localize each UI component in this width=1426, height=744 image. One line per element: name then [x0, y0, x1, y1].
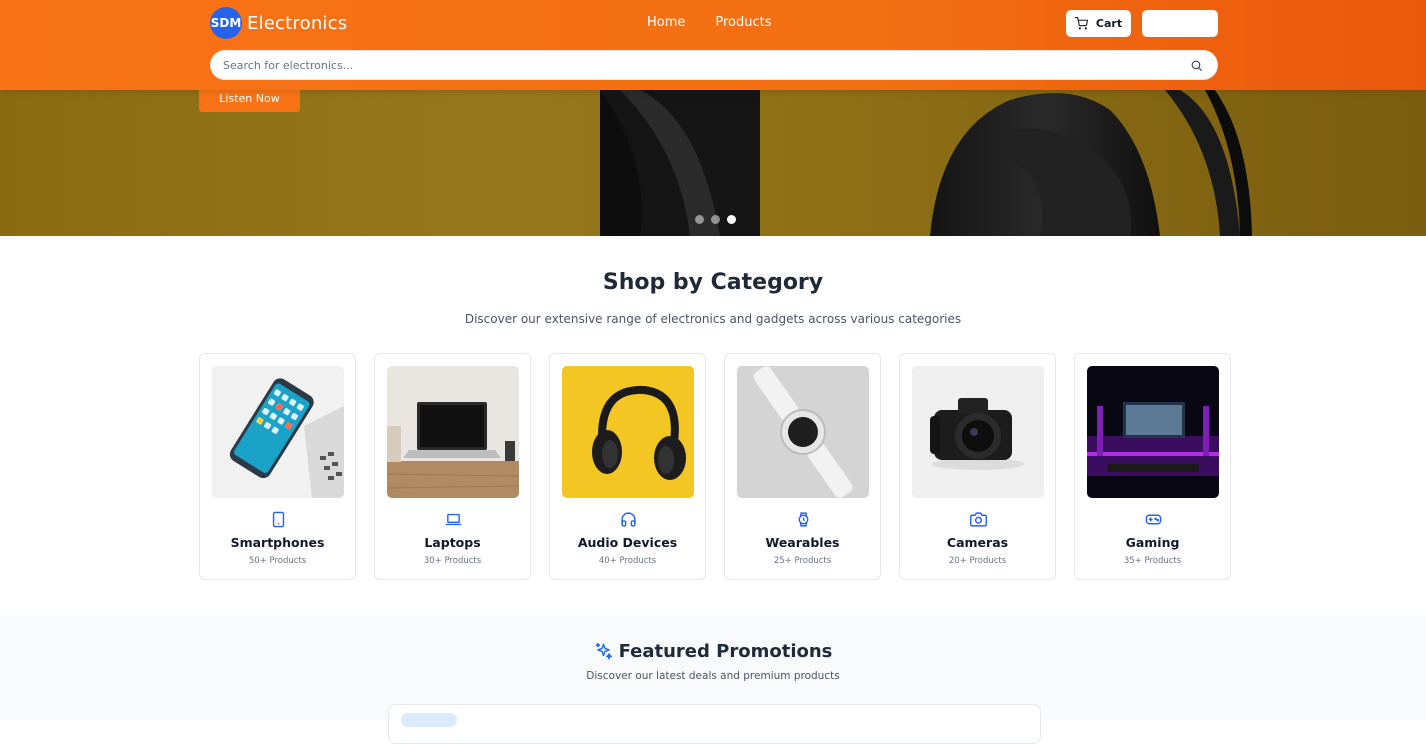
category-name: Smartphones — [230, 535, 325, 550]
carousel-dot-3[interactable] — [727, 215, 736, 224]
featured-title-row: Featured Promotions — [0, 641, 1426, 662]
laptop-icon — [445, 513, 462, 526]
cameras-image — [912, 366, 1044, 498]
nav-products-link[interactable]: Products — [715, 15, 771, 30]
category-name: Audio Devices — [577, 535, 678, 550]
logo-text: Electronics — [247, 12, 348, 34]
category-count: 25+ Products — [773, 556, 832, 566]
logo-badge: SDM — [210, 7, 242, 39]
category-section-title: Shop by Category — [602, 270, 824, 295]
category-grid: Smartphones 50+ Products Laptops 30+ Pro… — [199, 353, 1231, 580]
smartphones-image — [212, 366, 344, 498]
search-bar — [210, 50, 1218, 80]
hero-banner: Listen Now — [0, 90, 1426, 236]
category-count: 40+ Products — [598, 556, 657, 566]
category-name: Cameras — [946, 535, 1009, 550]
headphones-icon — [621, 512, 636, 527]
watch-icon — [798, 512, 809, 527]
main-nav: Home Products — [647, 15, 772, 30]
search-icon[interactable] — [1190, 59, 1203, 72]
carousel-dot-1[interactable] — [695, 215, 704, 224]
category-section-subtitle: Discover our extensive range of electron… — [464, 312, 962, 326]
category-card-laptops[interactable]: Laptops 30+ Products — [374, 353, 531, 580]
promotion-badge — [401, 713, 457, 727]
sparkles-icon — [595, 642, 612, 660]
category-count: 30+ Products — [423, 556, 482, 566]
cart-button[interactable]: Cart — [1066, 10, 1131, 37]
camera-icon — [970, 512, 987, 527]
category-card-wearables[interactable]: Wearables 25+ Products — [724, 353, 881, 580]
account-button[interactable] — [1142, 10, 1218, 37]
category-count: 35+ Products — [1123, 556, 1182, 566]
cart-icon — [1074, 17, 1088, 30]
cart-label: Cart — [1095, 17, 1123, 30]
audio-devices-image — [562, 366, 694, 498]
category-card-smartphones[interactable]: Smartphones 50+ Products — [199, 353, 356, 580]
category-card-audio-devices[interactable]: Audio Devices 40+ Products — [549, 353, 706, 580]
featured-subtitle: Discover our latest deals and premium pr… — [586, 670, 840, 682]
category-name: Gaming — [1125, 535, 1180, 550]
search-input[interactable] — [223, 51, 1163, 79]
category-count: 50+ Products — [248, 556, 307, 566]
nav-home-link[interactable]: Home — [647, 15, 685, 30]
gaming-image — [1087, 366, 1219, 498]
site-header: SDM Electronics Home Products Cart — [0, 0, 1426, 90]
category-name: Laptops — [424, 535, 481, 550]
category-count: 20+ Products — [948, 556, 1007, 566]
laptops-image — [387, 366, 519, 498]
category-card-cameras[interactable]: Cameras 20+ Products — [899, 353, 1056, 580]
promotion-card[interactable] — [388, 704, 1041, 744]
smartphone-icon — [272, 511, 285, 528]
featured-title: Featured Promotions — [618, 641, 833, 662]
carousel-dot-2[interactable] — [711, 215, 720, 224]
category-card-gaming[interactable]: Gaming 35+ Products — [1074, 353, 1231, 580]
featured-promotions-section: Featured Promotions Discover our latest … — [0, 616, 1426, 744]
carousel-dots — [695, 215, 736, 224]
listen-now-button[interactable]: Listen Now — [199, 90, 300, 112]
category-name: Wearables — [765, 535, 840, 550]
gamepad-icon — [1145, 514, 1162, 525]
logo[interactable]: SDM Electronics — [210, 7, 347, 39]
wearables-image — [737, 366, 869, 498]
